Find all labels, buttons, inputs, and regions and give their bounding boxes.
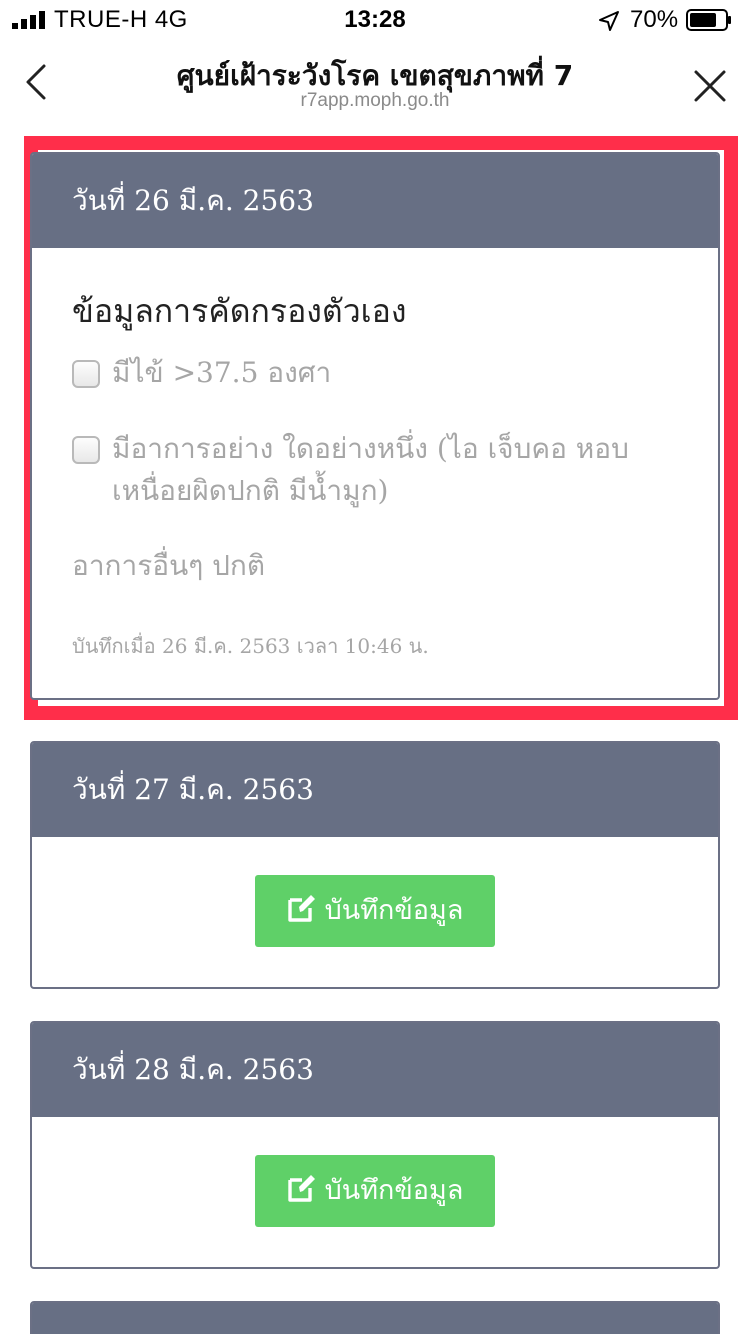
day-card: วันที่ 27 มี.ค. 2563 บันทึกข้อมูล: [30, 741, 720, 989]
card-date-header: วันที่ 28 มี.ค. 2563: [32, 1023, 718, 1117]
screening-title: ข้อมูลการคัดกรองตัวเอง: [72, 292, 407, 330]
edit-icon: [287, 895, 315, 922]
fever-label: มีไข้ >37.5 องศา: [112, 356, 332, 389]
fever-checkbox[interactable]: [72, 360, 100, 388]
symptom-fever-row: มีไข้ >37.5 องศา: [72, 352, 672, 396]
saved-timestamp: บันทึกเมื่อ 26 มี.ค. 2563 เวลา 10:46 น.: [72, 634, 429, 658]
card-date-header: [32, 1303, 718, 1334]
record-data-label: บันทึกข้อมูล: [324, 1175, 464, 1206]
record-data-label: บันทึกข้อมูล: [324, 895, 464, 926]
card-body: บันทึกข้อมูล: [32, 837, 718, 987]
card-date-header: วันที่ 27 มี.ค. 2563: [32, 743, 718, 837]
day-card: วันที่ 28 มี.ค. 2563 บันทึกข้อมูล: [30, 1021, 720, 1269]
close-icon[interactable]: [690, 66, 730, 106]
status-bar: TRUE-H 4G 13:28 70%: [0, 0, 750, 40]
battery-icon: [686, 9, 731, 31]
back-chevron-icon[interactable]: [20, 62, 54, 102]
day-card: วันที่ 26 มี.ค. 2563 ข้อมูลการคัดกรองตัว…: [30, 152, 720, 700]
card-body: บันทึกข้อมูล: [32, 1117, 718, 1267]
screen: TRUE-H 4G 13:28 70% ศูนย์เฝ้าระวังโรค เข…: [0, 0, 750, 1334]
nav-header: ศูนย์เฝ้าระวังโรค เขตสุขภาพที่ 7 r7app.m…: [0, 40, 750, 124]
record-data-button[interactable]: บันทึกข้อมูล: [255, 1155, 495, 1227]
location-arrow-icon: [599, 11, 619, 31]
battery-percentage: 70%: [630, 6, 679, 33]
respiratory-checkbox[interactable]: [72, 436, 100, 464]
other-symptoms-text: อาการอื่นๆ ปกติ: [72, 549, 266, 582]
card-date-header: วันที่ 26 มี.ค. 2563: [32, 154, 718, 248]
screening-details: ข้อมูลการคัดกรองตัวเอง มีไข้ >37.5 องศา …: [32, 248, 718, 698]
respiratory-label: มีอาการอย่าง ใดอย่างหนึ่ง (ไอ เจ็บคอ หอบ…: [112, 432, 629, 507]
edit-icon: [287, 1175, 315, 1202]
record-data-button[interactable]: บันทึกข้อมูล: [255, 875, 495, 947]
symptom-respiratory-row: มีอาการอย่าง ใดอย่างหนึ่ง (ไอ เจ็บคอ หอบ…: [72, 428, 672, 518]
page-url: r7app.moph.go.th: [300, 90, 450, 111]
day-card-partial: [30, 1301, 720, 1334]
